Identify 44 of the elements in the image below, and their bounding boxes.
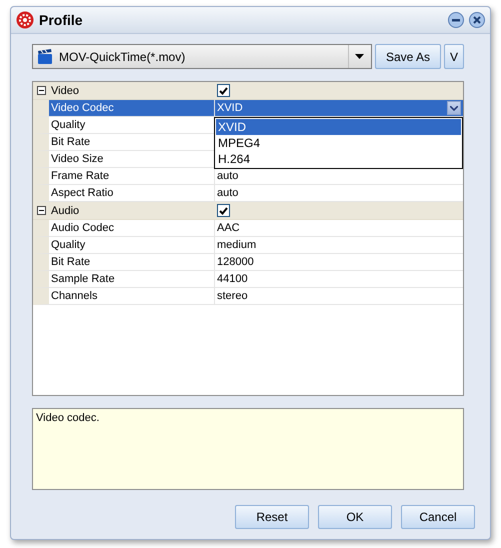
description-text: Video codec. xyxy=(36,412,100,424)
chevron-down-icon xyxy=(450,106,458,110)
ok-button[interactable]: OK xyxy=(318,505,392,529)
checkmark-icon xyxy=(219,86,228,94)
property-name[interactable]: Audio Codec xyxy=(33,220,215,237)
property-value: auto xyxy=(217,187,238,199)
property-value: AAC xyxy=(217,222,240,234)
section-label: Audio xyxy=(50,204,80,218)
menu-button[interactable]: V xyxy=(444,44,464,69)
property-name[interactable]: Quality xyxy=(33,237,215,254)
checkbox[interactable] xyxy=(217,84,230,97)
collapse-icon[interactable] xyxy=(36,86,46,95)
dropdown-arrow-icon xyxy=(355,54,364,59)
property-value: 44100 xyxy=(217,273,248,285)
property-value: auto xyxy=(217,170,238,182)
cancel-button[interactable]: Cancel xyxy=(401,505,475,529)
property-name[interactable]: Video Codec xyxy=(33,100,215,117)
checkbox[interactable] xyxy=(217,204,230,217)
property-name[interactable]: Frame Rate xyxy=(33,168,215,185)
reset-button[interactable]: Reset xyxy=(235,505,309,529)
collapse-icon[interactable] xyxy=(36,206,46,215)
profile-dropdown[interactable]: MOV-QuickTime(*.mov) xyxy=(32,44,372,69)
close-button[interactable] xyxy=(469,12,485,28)
save-as-button[interactable]: Save As xyxy=(374,44,441,69)
checkmark-icon xyxy=(219,206,228,214)
window-title: Profile xyxy=(39,12,84,28)
dropdown-button[interactable] xyxy=(447,101,461,115)
app-logo-icon xyxy=(16,11,34,29)
section-label: Video xyxy=(50,84,80,98)
property-name[interactable]: Sample Rate xyxy=(33,271,215,288)
property-name[interactable]: Video Size xyxy=(33,151,215,168)
property-name[interactable]: Channels xyxy=(33,288,215,305)
property-name[interactable]: Quality xyxy=(33,117,215,134)
property-name[interactable]: Bit Rate xyxy=(33,254,215,271)
dropdown-option[interactable]: MPEG4 xyxy=(216,135,461,151)
property-value: 128000 xyxy=(217,256,254,268)
clapperboard-icon xyxy=(37,48,53,64)
property-value[interactable]: XVID xyxy=(217,102,243,114)
property-name[interactable]: Bit Rate xyxy=(33,134,215,151)
dropdown-option[interactable]: H.264 xyxy=(216,151,461,167)
property-value: medium xyxy=(217,239,256,251)
dropdown-option[interactable]: XVID xyxy=(216,119,461,135)
minimize-button[interactable] xyxy=(448,12,464,28)
property-value: stereo xyxy=(217,290,248,302)
